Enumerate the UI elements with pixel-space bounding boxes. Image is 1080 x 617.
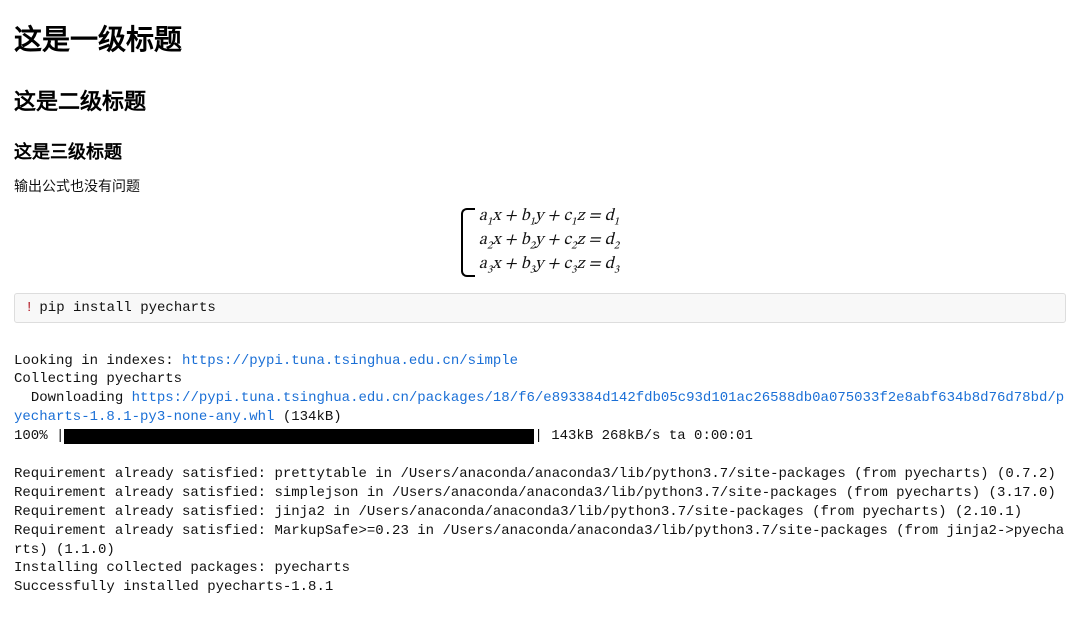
output-line: (134kB) [274, 409, 341, 425]
formula-line-2: a2x + b2y + c2z = d2 [479, 230, 619, 254]
progress-percent: 100% | [14, 427, 64, 446]
heading-2: 这是二级标题 [14, 84, 1066, 116]
shell-bang-icon: ! [25, 300, 33, 316]
output-line: Requirement already satisfied: jinja2 in… [14, 504, 1022, 520]
progress-line: 100% | | 143kB 268kB/s ta 0:00:01 [14, 427, 1066, 446]
heading-1: 这是一级标题 [14, 18, 1066, 58]
output-line: Looking in indexes: [14, 353, 182, 369]
paragraph-formula-intro: 输出公式也没有问题 [14, 176, 1066, 196]
output-line: Downloading [14, 390, 132, 406]
formula-line-3: a3x + b3y + c3z = d3 [479, 254, 619, 278]
output-block-2: Requirement already satisfied: prettytab… [14, 446, 1066, 597]
output-line: Requirement already satisfied: MarkupSaf… [14, 523, 1064, 558]
output-line: Requirement already satisfied: prettytab… [14, 466, 1056, 482]
output-link-index[interactable]: https://pypi.tuna.tsinghua.edu.cn/simple [182, 353, 518, 369]
output-line: Requirement already satisfied: simplejso… [14, 485, 1056, 501]
code-command: pip install pyecharts [39, 300, 215, 316]
output-line: Successfully installed pyecharts-1.8.1 [14, 579, 333, 595]
formula-block: a1x + b1y + c1z = d1 a2x + b2y + c2z = d… [14, 206, 1066, 279]
output-block: Looking in indexes: https://pypi.tuna.ts… [14, 333, 1066, 427]
code-cell[interactable]: ! pip install pyecharts [14, 293, 1066, 323]
formula-line-1: a1x + b1y + c1z = d1 [479, 206, 619, 230]
heading-3: 这是三级标题 [14, 138, 1066, 164]
progress-stats: | 143kB 268kB/s ta 0:00:01 [534, 427, 752, 446]
progress-bar [64, 429, 534, 444]
output-link-download[interactable]: https://pypi.tuna.tsinghua.edu.cn/packag… [14, 390, 1064, 425]
output-line: Collecting pyecharts [14, 371, 182, 387]
